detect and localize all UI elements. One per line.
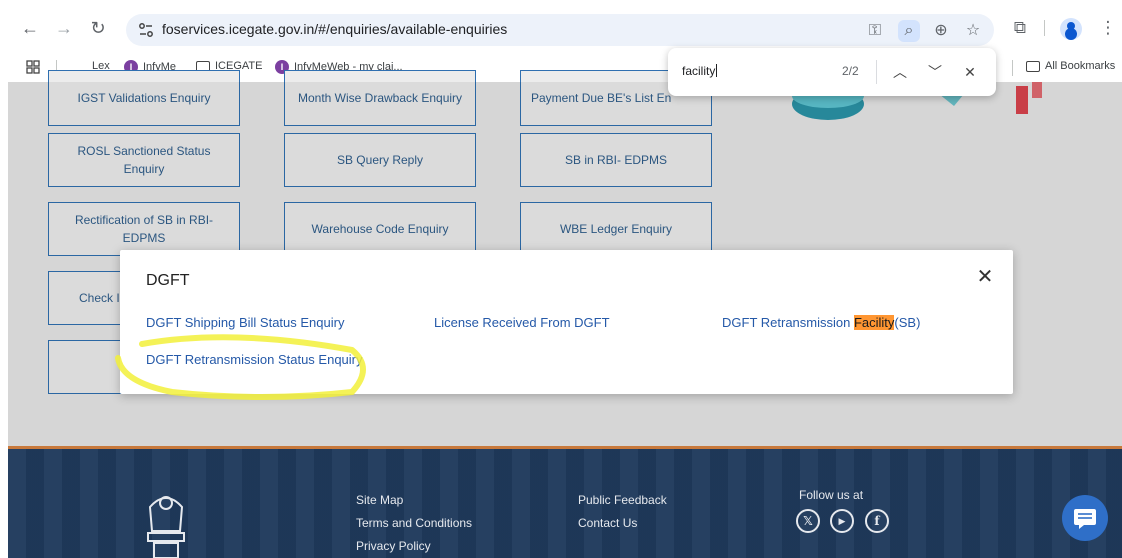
footer-link-feedback[interactable]: Public Feedback [578, 493, 667, 507]
facebook-icon[interactable]: f [865, 509, 889, 533]
site-footer: Site Map Terms and Conditions Privacy Po… [8, 449, 1122, 558]
find-separator [876, 60, 877, 84]
link-license-received[interactable]: License Received From DGFT [434, 315, 610, 330]
find-input[interactable]: facility [682, 64, 717, 78]
all-bookmarks[interactable]: All Bookmarks [1026, 60, 1115, 72]
find-highlight: Facility [853, 315, 895, 330]
find-close-button[interactable]: ✕ [958, 60, 982, 84]
site-settings-icon[interactable] [136, 20, 156, 40]
forward-button[interactable]: → [52, 16, 76, 40]
chat-button[interactable] [1062, 495, 1108, 541]
national-emblem-icon [147, 496, 185, 558]
profile-avatar[interactable] [1060, 18, 1082, 40]
link-dgft-shipping-bill-status[interactable]: DGFT Shipping Bill Status Enquiry [146, 315, 344, 330]
chat-bubble-icon [1074, 509, 1096, 529]
find-previous-button[interactable]: ︿ [888, 60, 912, 84]
back-button[interactable]: ← [18, 16, 42, 40]
folder-icon [1026, 60, 1040, 72]
modal-title: DGFT [146, 272, 190, 289]
browser-toolbar: ← → ↻ foservices.icegate.gov.in/#/enquir… [0, 0, 1122, 54]
find-next-button[interactable]: ﹀ [923, 60, 947, 84]
address-bar[interactable]: foservices.icegate.gov.in/#/enquiries/av… [126, 14, 994, 46]
youtube-icon[interactable]: ▶ [830, 509, 854, 533]
toolbar-divider [1044, 20, 1045, 36]
close-icon[interactable]: ✕ [976, 267, 994, 287]
reload-button[interactable]: ↻ [86, 16, 110, 40]
footer-link-terms[interactable]: Terms and Conditions [356, 516, 472, 530]
footer-link-privacy[interactable]: Privacy Policy [356, 539, 431, 553]
zoom-icon[interactable]: ⊕ [930, 20, 952, 42]
find-bar: facility 2/2 ︿ ﹀ ✕ [668, 48, 996, 96]
yellow-marker-annotation [115, 334, 366, 400]
footer-link-contact[interactable]: Contact Us [578, 516, 637, 530]
apps-grid-icon[interactable] [26, 60, 40, 74]
extensions-icon[interactable]: ⧉ [1008, 16, 1032, 40]
find-result-count: 2/2 [842, 64, 859, 78]
bookmarks-divider [1012, 60, 1013, 76]
link-dgft-retransmission-facility[interactable]: DGFT Retransmission Facility(SB) [722, 315, 920, 330]
x-icon[interactable]: 𝕏 [796, 509, 820, 533]
password-key-icon[interactable]: ⚿ [864, 20, 886, 42]
menu-icon[interactable]: ⋮ [1096, 16, 1120, 40]
bookmark-star-icon[interactable]: ☆ [962, 20, 984, 42]
url-text[interactable]: foservices.icegate.gov.in/#/enquiries/av… [162, 21, 507, 37]
footer-link-site-map[interactable]: Site Map [356, 493, 403, 507]
follow-us-label: Follow us at [799, 488, 864, 502]
find-in-page-icon[interactable]: ⌕ [898, 20, 920, 42]
